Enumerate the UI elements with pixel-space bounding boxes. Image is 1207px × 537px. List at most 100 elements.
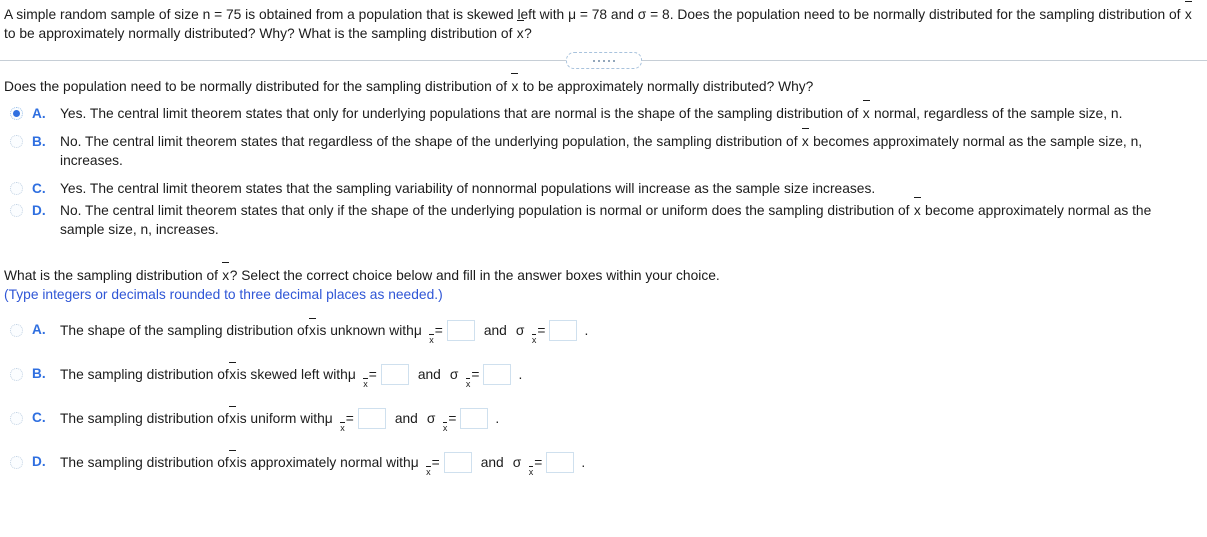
subscript-x-bar: x — [429, 333, 435, 345]
subscript-x-bar: x — [528, 465, 534, 477]
question-1-prompt: Does the population need to be normally … — [0, 71, 1207, 96]
sigma-answer-input[interactable] — [546, 451, 575, 473]
choice-text: No. The central limit theorem states tha… — [60, 127, 1193, 170]
and-word: and — [417, 366, 441, 382]
x-bar-symbol: x — [229, 362, 237, 382]
choice-row[interactable]: A. Yes. The central limit theorem states … — [0, 99, 1207, 123]
radio-c[interactable] — [10, 182, 23, 195]
x-bar-symbol: x — [511, 72, 519, 94]
divider-dot — [597, 59, 600, 62]
subscript-x-bar: x — [363, 377, 369, 389]
x-bar-symbol: x — [426, 465, 431, 477]
equals-sign: = — [534, 454, 543, 470]
subscript-x-bar: x — [465, 377, 471, 389]
equals-sign: = — [448, 410, 457, 426]
choice-text: The sampling distribution of x is approx… — [60, 450, 586, 477]
radio-d[interactable] — [10, 455, 23, 469]
x-bar-symbol: x — [429, 333, 434, 345]
divider-dot — [607, 59, 610, 62]
x-bar-symbol: x — [913, 196, 921, 218]
choice-text: Yes. The central limit theorem states th… — [60, 99, 1193, 123]
sigma-x-bar-symbol: σx — [515, 322, 537, 345]
choice-text-part: Yes. The central limit theorem states th… — [60, 181, 876, 196]
radio-b[interactable] — [10, 135, 23, 148]
x-bar-symbol: x — [801, 127, 809, 149]
equals-sign: = — [431, 454, 440, 470]
sigma-x-bar-symbol: σx — [512, 454, 534, 477]
choice-row[interactable]: C. The sampling distribution of x is unif… — [0, 403, 1207, 433]
radio-a[interactable] — [10, 323, 23, 337]
question-2-choice-list: A. The shape of the sampling distribution… — [0, 315, 1207, 477]
mu-answer-input[interactable] — [443, 451, 472, 473]
choice-row[interactable]: D. The sampling distribution of x is appr… — [0, 447, 1207, 477]
stem-text-1: A simple random sample of size n = 75 is… — [4, 7, 569, 22]
choice-text-part: No. The central limit theorem states tha… — [60, 134, 802, 149]
choice-row[interactable]: B. The sampling distribution of x is skew… — [0, 359, 1207, 389]
choice-row[interactable]: A. The shape of the sampling distribution… — [0, 315, 1207, 345]
sigma-answer-input[interactable] — [549, 319, 578, 341]
radio-a[interactable] — [10, 107, 23, 120]
radio-b[interactable] — [10, 367, 23, 381]
choice-text-part: The sampling distribution of — [60, 454, 229, 470]
choice-text-part: Yes. The central limit theorem states th… — [60, 106, 863, 121]
stem-and: and — [607, 7, 638, 22]
and-word: and — [480, 454, 504, 470]
sigma-answer-input[interactable] — [483, 363, 512, 385]
x-bar-symbol: x — [1184, 0, 1192, 22]
equals-sign: = — [537, 322, 546, 338]
mu-answer-input[interactable] — [446, 319, 475, 341]
subscript-x-bar: x — [442, 421, 448, 433]
choice-text-part: No. The central limit theorem states tha… — [60, 203, 914, 218]
choice-text-part: The sampling distribution of — [60, 366, 229, 382]
choice-text-part: is unknown with — [316, 322, 414, 338]
and-word: and — [483, 322, 507, 338]
choice-text-part: The shape of the sampling distribution o… — [60, 322, 309, 338]
choice-text-part: normal, regardless of the sample size, n… — [870, 106, 1123, 121]
equals-sign: = — [345, 410, 354, 426]
choice-text-part: is skewed left with — [236, 366, 348, 382]
choice-text-part: is approximately normal with — [236, 454, 411, 470]
mu-x-bar-symbol: μx — [410, 454, 431, 477]
x-bar-symbol: x — [222, 261, 230, 283]
radio-c[interactable] — [10, 411, 23, 425]
x-bar-symbol: x — [229, 406, 237, 426]
x-bar-symbol: x — [862, 99, 870, 121]
x-bar-symbol: x — [442, 421, 448, 433]
mu-x-bar-symbol: μx — [347, 366, 368, 389]
choice-letter: B. — [32, 366, 46, 381]
divider-dot — [612, 59, 615, 62]
divider-dot — [602, 59, 605, 62]
collapse-expand-pill[interactable] — [565, 52, 642, 69]
question-1-choice-list: A. Yes. The central limit theorem states … — [0, 99, 1207, 239]
question-1-text-a: Does the population need to be normally … — [4, 79, 511, 94]
trailing-period: . — [518, 366, 523, 382]
mu-answer-input[interactable] — [357, 407, 386, 429]
choice-letter: A. — [32, 106, 46, 121]
sigma-answer-input[interactable] — [460, 407, 489, 429]
choice-letter: D. — [32, 203, 46, 218]
radio-d[interactable] — [10, 204, 23, 217]
subscript-x-bar: x — [426, 465, 432, 477]
equals-sign: = — [434, 322, 443, 338]
x-bar-symbol: x — [516, 19, 524, 41]
trailing-period: . — [581, 454, 586, 470]
mu-equals-value: μ = 78 — [568, 7, 608, 22]
equals-sign: = — [368, 366, 377, 382]
equals-sign: = — [471, 366, 480, 382]
choice-row[interactable]: C. Yes. The central limit theorem states … — [0, 179, 1207, 198]
stem-text-3: to be approximately normally distributed… — [4, 26, 517, 41]
choice-letter: C. — [32, 181, 46, 196]
divider-dot — [592, 59, 595, 62]
choice-row[interactable]: D. No. The central limit theorem states t… — [0, 196, 1207, 239]
choice-row[interactable]: B. No. The central limit theorem states t… — [0, 127, 1207, 170]
choice-text: Yes. The central limit theorem states th… — [60, 179, 1193, 198]
stem-text-2: . Does the population need to be normall… — [669, 7, 1185, 22]
question-2-text-b: ? Select the correct choice below and fi… — [229, 268, 720, 283]
and-word: and — [394, 410, 418, 426]
choice-text-part: The sampling distribution of — [60, 410, 229, 426]
mu-answer-input[interactable] — [380, 363, 409, 385]
x-bar-symbol: x — [308, 318, 316, 338]
x-bar-symbol: x — [340, 421, 345, 433]
x-bar-symbol: x — [229, 450, 237, 470]
